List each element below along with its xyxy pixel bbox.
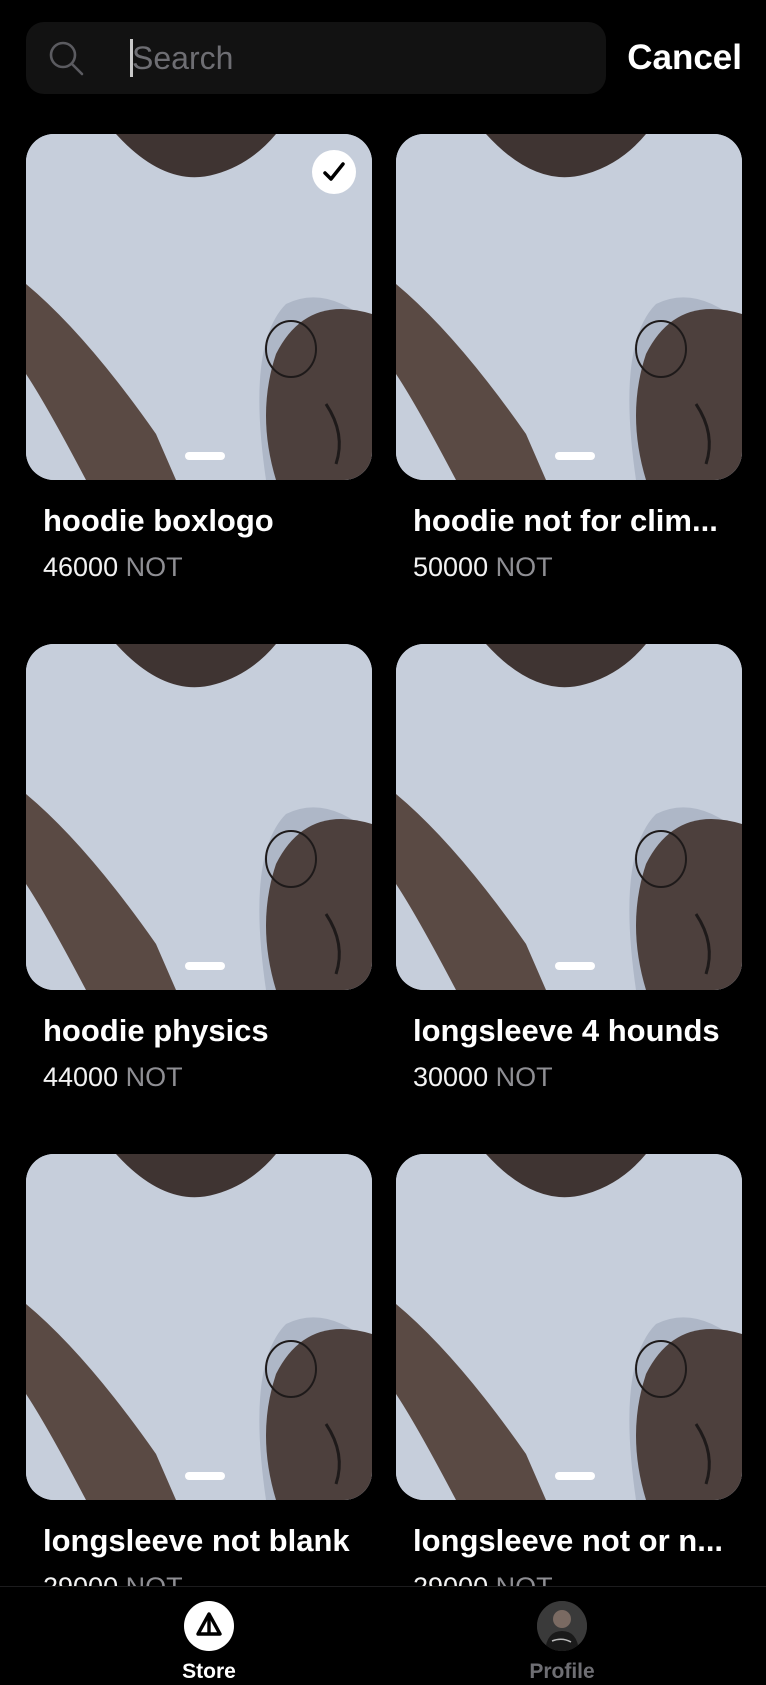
product-price: 29000 NOT: [413, 1570, 742, 1586]
product-image[interactable]: [26, 134, 372, 480]
product-photo: [26, 1154, 372, 1500]
tab-bar: Store Profile: [0, 1586, 766, 1685]
price-amount: 29000: [43, 1572, 118, 1586]
product-title: longsleeve not or n...: [413, 1523, 724, 1558]
image-pager-indicator: [555, 962, 595, 970]
tab-profile-label: Profile: [529, 1660, 595, 1683]
profile-avatar: [537, 1601, 587, 1651]
product-card[interactable]: longsleeve not or n... 29000 NOT: [396, 1154, 742, 1586]
product-price: 44000 NOT: [43, 1060, 372, 1094]
product-photo: [396, 134, 742, 480]
product-title: hoodie not for clim...: [413, 503, 718, 538]
product-price: 46000 NOT: [43, 550, 372, 584]
product-title: hoodie physics: [43, 1013, 269, 1048]
search-icon: [49, 41, 84, 76]
image-pager-indicator: [185, 962, 225, 970]
price-currency: NOT: [495, 552, 553, 582]
product-photo: [26, 644, 372, 990]
product-title: longsleeve not blank: [43, 1523, 350, 1558]
image-pager-indicator: [185, 452, 225, 460]
price-amount: 30000: [413, 1062, 489, 1092]
image-pager-indicator: [185, 1472, 225, 1480]
price-currency: NOT: [495, 1062, 553, 1092]
image-pager-indicator: [555, 452, 595, 460]
product-image[interactable]: [26, 1154, 372, 1500]
product-image[interactable]: [26, 644, 372, 990]
image-pager-indicator: [555, 1472, 595, 1480]
product-card[interactable]: hoodie boxlogo 46000 NOT: [26, 134, 372, 584]
product-price: 30000 NOT: [413, 1060, 742, 1094]
text-cursor: [130, 39, 133, 77]
cancel-button[interactable]: Cancel: [627, 22, 742, 94]
price-amount: 44000: [43, 1062, 119, 1092]
product-price: 29000 NOT: [43, 1570, 372, 1586]
price-amount: 46000: [43, 552, 119, 582]
product-image[interactable]: [396, 1154, 742, 1500]
product-image[interactable]: [396, 134, 742, 480]
product-price: 50000 NOT: [413, 550, 742, 584]
price-amount: 29000: [413, 1572, 488, 1586]
tab-profile[interactable]: Profile: [392, 1587, 732, 1685]
product-card[interactable]: longsleeve 4 hounds 30000 NOT: [396, 644, 742, 1094]
store-logo-icon: [184, 1601, 234, 1651]
product-photo: [396, 1154, 742, 1500]
product-card[interactable]: hoodie not for clim... 50000 NOT: [396, 134, 742, 584]
product-title: longsleeve 4 hounds: [413, 1013, 720, 1048]
search-bar[interactable]: [26, 22, 612, 94]
search-input[interactable]: [104, 22, 612, 94]
product-title: hoodie boxlogo: [43, 503, 274, 538]
tab-store[interactable]: Store: [26, 1587, 392, 1685]
tab-store-label: Store: [182, 1660, 236, 1683]
product-grid: hoodie boxlogo 46000 NOT hoodie not for …: [26, 134, 742, 1586]
product-photo: [396, 644, 742, 990]
product-card[interactable]: hoodie physics 44000 NOT: [26, 644, 372, 1094]
price-currency: NOT: [496, 1572, 553, 1586]
product-card[interactable]: longsleeve not blank 29000 NOT: [26, 1154, 372, 1586]
product-image[interactable]: [396, 644, 742, 990]
price-currency: NOT: [126, 1572, 183, 1586]
price-currency: NOT: [125, 552, 183, 582]
price-amount: 50000: [413, 552, 489, 582]
selected-check-icon[interactable]: [312, 150, 356, 194]
price-currency: NOT: [125, 1062, 183, 1092]
